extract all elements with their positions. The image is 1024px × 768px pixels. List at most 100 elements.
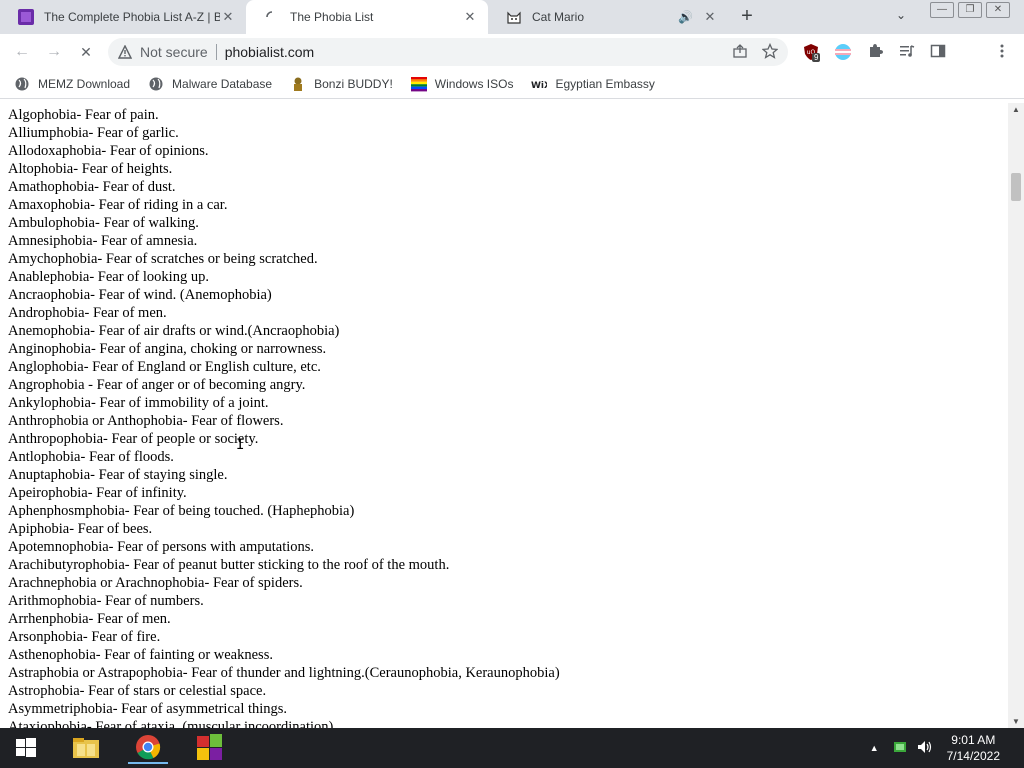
volume-icon[interactable] [917, 740, 933, 757]
minimize-button[interactable]: — [930, 2, 954, 18]
phobia-entry: Arachibutyrophobia- Fear of peanut butte… [8, 557, 450, 573]
bookmark-memz-download[interactable]: MEMZ Download [14, 76, 130, 92]
taskbar: ▲ 9:01 AM 7/14/2022 [0, 728, 1024, 768]
phobia-entry: Asymmetriphobia- Fear of asymmetrical th… [8, 701, 288, 717]
chrome-taskbar-icon[interactable] [128, 732, 168, 764]
tab-complete-phobia-list[interactable]: The Complete Phobia List A-Z | B ✕ [0, 0, 246, 34]
phobia-entry: Arsonphobia- Fear of fire. [8, 629, 161, 645]
start-windows-icon[interactable] [6, 732, 46, 764]
extension-badge: 9 [812, 53, 821, 62]
bookmark-egyptian-embassy[interactable]: WiX Egyptian Embassy [531, 76, 654, 92]
tab-search-icon[interactable]: ⌄ [896, 8, 906, 22]
bookmark-bonzi-buddy[interactable]: Bonzi BUDDY! [290, 76, 393, 92]
bookmarks-bar: MEMZ Download Malware Database Bonzi BUD… [0, 70, 1024, 99]
bonzi-icon [290, 76, 306, 92]
tab-phobia-list[interactable]: The Phobia List ✕ [246, 0, 488, 34]
phobia-entry: Apeirophobia- Fear of infinity. [8, 485, 187, 501]
loading-spinner-icon [264, 9, 280, 25]
tab-strip: The Complete Phobia List A-Z | B ✕ The P… [0, 0, 1024, 34]
battery-icon[interactable] [893, 740, 907, 757]
scroll-up-arrow-icon[interactable]: ▲ [1008, 105, 1024, 114]
phobia-entry: Ataxiophobia- Fear of ataxia. (muscular … [8, 719, 334, 728]
tab-cat-mario[interactable]: Cat Mario 🔊 ✕ [488, 0, 728, 34]
globe-icon [14, 76, 30, 92]
bookmark-label: Egyptian Embassy [555, 77, 655, 91]
file-explorer-icon[interactable] [66, 732, 106, 764]
rainbow-icon [410, 76, 427, 92]
bookmark-windows-isos[interactable]: Windows ISOs [410, 76, 514, 92]
phobia-entry: Asthenophobia- Fear of fainting or weakn… [8, 647, 273, 663]
svg-text:WiX: WiX [531, 81, 547, 91]
bookmark-malware-database[interactable]: Malware Database [148, 76, 272, 92]
phobia-entry: Apotemnophobia- Fear of persons with amp… [8, 539, 315, 555]
new-tab-button[interactable]: + [736, 6, 758, 28]
url-text[interactable]: phobialist.com [225, 44, 732, 60]
clock[interactable]: 9:01 AM 7/14/2022 [947, 732, 1000, 764]
tab-title: The Complete Phobia List A-Z | B [44, 10, 220, 24]
phobia-entry: Apiphobia- Fear of bees. [8, 521, 153, 537]
wix-icon: WiX [531, 76, 551, 92]
close-window-button[interactable]: ✕ [986, 2, 1010, 18]
phobia-entry: Anglophobia- Fear of England or English … [8, 359, 321, 375]
phobia-entry: Ambulophobia- Fear of walking. [8, 215, 199, 231]
phobia-entry: Astraphobia or Astrapophobia- Fear of th… [8, 665, 560, 681]
scroll-down-arrow-icon[interactable]: ▼ [1008, 717, 1024, 726]
bookmark-star-icon[interactable] [761, 42, 779, 62]
phobia-entry: Anginophobia- Fear of angina, choking or… [8, 341, 327, 357]
share-icon[interactable] [732, 43, 748, 62]
tab-title: Cat Mario [532, 10, 585, 24]
not-secure-label[interactable]: Not secure [140, 44, 208, 60]
phobia-entry: Allodoxaphobia- Fear of opinions. [8, 143, 209, 159]
phobia-entry: Amaxophobia- Fear of riding in a car. [8, 197, 228, 213]
phobia-entry: Arrhenphobia- Fear of men. [8, 611, 171, 627]
menu-kebab-icon[interactable] [993, 43, 1011, 61]
globe-icon [148, 76, 164, 92]
phobia-entry: Aphenphosmphobia- Fear of being touched.… [8, 503, 355, 519]
extensions-puzzle-icon[interactable] [866, 43, 884, 61]
browser-toolbar: ← → ✕ Not secure phobialist.com uO 9 [0, 34, 1024, 96]
omnibox-separator [215, 44, 217, 60]
phobia-entry: Amathophobia- Fear of dust. [8, 179, 176, 195]
audio-playing-icon[interactable]: 🔊 [678, 10, 696, 24]
back-button[interactable]: ← [12, 42, 32, 62]
phobia-entry: Anthrophobia or Anthophobia- Fear of flo… [8, 413, 284, 429]
phobia-entry: Amnesiphobia- Fear of amnesia. [8, 233, 198, 249]
system-tray: ▲ 9:01 AM 7/14/2022 [870, 728, 1024, 768]
phobia-entry: Anemophobia- Fear of air drafts or wind.… [8, 323, 340, 339]
ublock-extension-icon[interactable]: uO 9 [802, 43, 821, 62]
flag-extension-icon[interactable] [834, 43, 852, 61]
bookmark-label: Windows ISOs [434, 77, 514, 91]
phobia-entry: Altophobia- Fear of heights. [8, 161, 173, 177]
vertical-scrollbar[interactable]: ▲ ▼ [1008, 103, 1024, 728]
phobia-entry: Anuptaphobia- Fear of staying single. [8, 467, 228, 483]
phobia-entry: Ancraophobia- Fear of wind. (Anemophobia… [8, 287, 272, 303]
tray-overflow-icon[interactable]: ▲ [870, 743, 879, 753]
bookmark-label: Malware Database [172, 77, 273, 91]
stop-loading-button[interactable]: ✕ [76, 42, 96, 62]
phobia-entry: Antlophobia- Fear of floods. [8, 449, 174, 465]
restore-button[interactable]: ❐ [958, 2, 982, 18]
scrollbar-thumb[interactable] [1011, 173, 1021, 201]
phobia-entry: Arithmophobia- Fear of numbers. [8, 593, 204, 609]
phobia-entry: Angrophobia - Fear of anger or of becomi… [8, 377, 306, 393]
close-tab-icon[interactable]: ✕ [462, 9, 478, 25]
cat-icon [506, 9, 522, 25]
address-bar[interactable]: Not secure phobialist.com [108, 38, 788, 66]
forward-button[interactable]: → [44, 42, 64, 62]
app-cubes-icon[interactable] [190, 732, 230, 764]
bookmark-label: MEMZ Download [38, 77, 131, 91]
warning-icon[interactable] [117, 44, 133, 59]
side-panel-icon[interactable] [929, 43, 947, 61]
phobia-entry: Amychophobia- Fear of scratches or being… [8, 251, 318, 267]
phobia-entry: Androphobia- Fear of men. [8, 305, 167, 321]
phobia-entry: Anthropophobia- Fear of people or societ… [8, 431, 259, 447]
clock-time: 9:01 AM [951, 733, 996, 747]
media-control-icon[interactable] [898, 43, 916, 61]
phobia-entry: Algophobia- Fear of pain. [8, 107, 159, 123]
close-tab-icon[interactable]: ✕ [702, 9, 718, 25]
phobia-entry: Astrophobia- Fear of stars or celestial … [8, 683, 267, 699]
phobia-entry: Ankylophobia- Fear of immobility of a jo… [8, 395, 269, 411]
close-tab-icon[interactable]: ✕ [220, 9, 236, 25]
page-content: Algophobia- Fear of pain. Alliumphobia- F… [0, 103, 1008, 728]
text-cursor-icon: I [236, 437, 245, 453]
